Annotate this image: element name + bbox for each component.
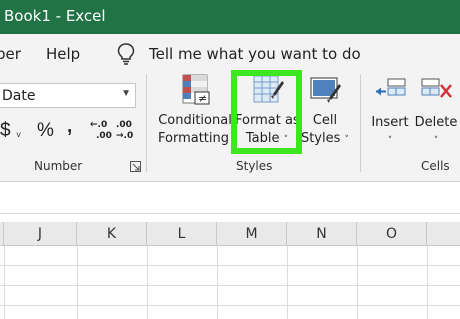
cell-styles-button[interactable]: Cell Styles ˅ xyxy=(300,72,350,149)
accounting-dropdown-icon[interactable]: ˅ xyxy=(16,130,21,140)
tab-developer[interactable]: per xyxy=(0,45,21,63)
tab-help[interactable]: Help xyxy=(46,45,80,63)
insert-label: Insert xyxy=(371,115,409,130)
column-header-j[interactable]: J xyxy=(4,222,77,246)
percent-style-button[interactable]: % xyxy=(37,120,54,142)
decrease-decimal-button[interactable]: .00 →.0 xyxy=(116,120,140,142)
cells-group-label: Cells xyxy=(421,159,450,173)
worksheet-grid[interactable] xyxy=(0,246,460,319)
group-divider xyxy=(146,74,147,172)
number-format-value: Date xyxy=(2,88,36,104)
delete-label: Delete xyxy=(414,115,458,130)
chevron-down-icon: ˅ xyxy=(387,136,393,146)
conditional-formatting-button[interactable]: ≠ Conditional Formatting ˅ xyxy=(158,72,238,149)
tell-me-box[interactable]: Tell me what you want to do xyxy=(116,41,416,67)
decrease-decimal-top: .00 xyxy=(116,120,132,130)
format-as-table-highlight xyxy=(231,70,302,154)
accounting-format-button[interactable]: $ xyxy=(0,120,11,142)
column-header-n[interactable]: N xyxy=(287,222,357,246)
column-headers: J K L M N O xyxy=(0,222,460,246)
chevron-down-icon: ˅ xyxy=(433,136,439,146)
column-header-m[interactable]: M xyxy=(217,222,287,246)
number-dialog-launcher-icon[interactable] xyxy=(130,159,141,177)
insert-button[interactable]: Insert ˅ xyxy=(368,74,412,150)
conditional-formatting-label-2: Formatting xyxy=(158,131,230,146)
column-header-partial[interactable] xyxy=(427,222,460,246)
increase-decimal-button[interactable]: ←.0 .00 xyxy=(90,120,114,142)
comma-style-button[interactable]: , xyxy=(67,116,72,138)
cell-styles-label-2: Styles xyxy=(300,131,341,146)
increase-decimal-bottom: .00 xyxy=(96,131,112,141)
delete-cells-icon xyxy=(421,78,452,98)
window-title: Book1 - Excel xyxy=(4,7,106,25)
svg-text:≠: ≠ xyxy=(198,92,207,105)
number-format-dropdown[interactable]: Date ▼ xyxy=(0,83,136,108)
cell-styles-label-1: Cell xyxy=(312,113,338,128)
lightbulb-icon xyxy=(116,43,136,70)
insert-cells-icon xyxy=(376,78,406,96)
chevron-down-icon: ˅ xyxy=(344,135,350,145)
delete-button[interactable]: Delete ˅ xyxy=(414,74,458,150)
formula-bar[interactable] xyxy=(0,182,460,214)
decrease-decimal-bottom: →.0 xyxy=(116,131,134,141)
group-divider xyxy=(360,74,361,172)
title-bar: Book1 - Excel xyxy=(0,0,460,34)
number-group-label: Number xyxy=(34,159,83,173)
column-header-k[interactable]: K xyxy=(77,222,147,246)
column-header-o[interactable]: O xyxy=(357,222,427,246)
conditional-formatting-label-1: Conditional xyxy=(158,113,232,128)
tell-me-text: Tell me what you want to do xyxy=(149,45,361,63)
conditional-formatting-icon: ≠ xyxy=(182,74,210,105)
column-header-l[interactable]: L xyxy=(147,222,217,246)
styles-group-label: Styles xyxy=(236,159,273,173)
ribbon: per Help Tell me what you want to do Dat… xyxy=(0,34,460,182)
chevron-down-icon: ▼ xyxy=(121,88,131,99)
increase-decimal-top: ←.0 xyxy=(90,120,108,130)
cell-styles-icon xyxy=(310,77,341,103)
